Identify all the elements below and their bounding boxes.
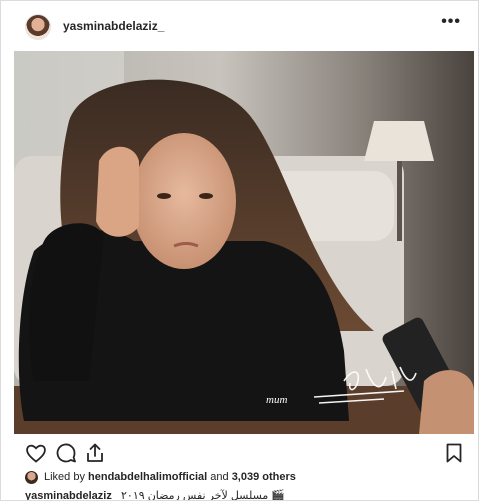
- avatar[interactable]: [25, 14, 51, 40]
- liked-by-user[interactable]: hendabdelhalimofficial: [88, 471, 207, 483]
- post-header: yasminabdelaziz_ •••: [1, 1, 478, 51]
- post-actions: [1, 438, 478, 468]
- post-username[interactable]: yasminabdelaziz_: [63, 19, 164, 33]
- post-photo[interactable]: mum: [14, 51, 474, 434]
- share-icon[interactable]: [83, 441, 107, 465]
- liked-by-and: and: [207, 471, 232, 483]
- liked-by-prefix: Liked by: [44, 471, 89, 483]
- comment-icon[interactable]: [54, 441, 78, 465]
- likes-row: Liked by hendabdelhalimofficial and 3,03…: [25, 469, 296, 485]
- instagram-post-card: yasminabdelaziz_ ••• mum Liked by hendab…: [0, 0, 479, 501]
- post-caption: yasminabdelaziz_ مسلسل لآخر نفس رمضان ٢٠…: [25, 489, 286, 501]
- svg-text:mum: mum: [266, 394, 287, 406]
- caption-text: مسلسل لآخر نفس رمضان ٢٠١٩ 🎬: [121, 490, 286, 501]
- liker-avatar[interactable]: [25, 470, 38, 484]
- photo-illustration: mum: [14, 51, 474, 434]
- likes-others-count[interactable]: 3,039 others: [232, 471, 296, 483]
- heart-icon[interactable]: [24, 441, 48, 465]
- caption-username[interactable]: yasminabdelaziz_: [25, 490, 118, 500]
- bookmark-icon[interactable]: [442, 441, 466, 465]
- more-options-icon[interactable]: •••: [441, 13, 461, 31]
